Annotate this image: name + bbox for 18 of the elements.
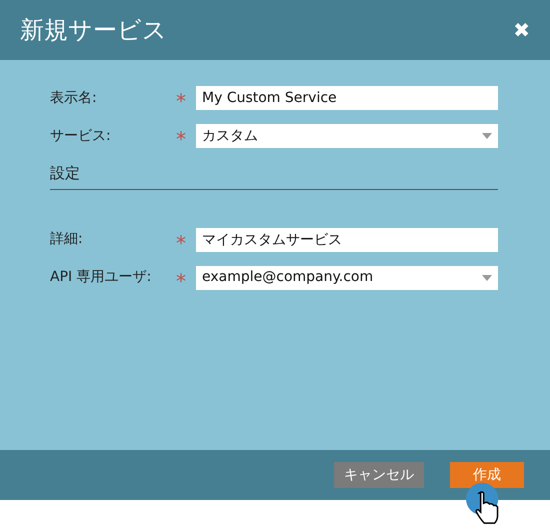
input-field[interactable]: My Custom Service (196, 86, 498, 110)
section-title: 設定 (50, 162, 498, 190)
field-label: 表示名: (50, 88, 98, 108)
field-label: API 専用ユーザ: (50, 268, 152, 287)
field-label: 詳細: (50, 230, 84, 249)
close-button[interactable]: ✖ (513, 20, 530, 40)
dropdown-field[interactable]: カスタム (196, 124, 498, 148)
input-field[interactable]: マイカスタムサービス (196, 228, 498, 252)
field-label: サービス: (50, 126, 112, 146)
required-mark: * (176, 88, 187, 111)
dropdown-field[interactable]: example@company.com (196, 266, 498, 290)
required-mark: * (176, 268, 187, 290)
caret-icon (482, 133, 492, 139)
cancel-button[interactable]: キャンセル (334, 462, 424, 488)
required-mark: * (176, 126, 187, 149)
required-mark: * (176, 230, 187, 252)
dialog-title: 新規サービス (20, 15, 167, 46)
caret-icon (482, 274, 492, 280)
